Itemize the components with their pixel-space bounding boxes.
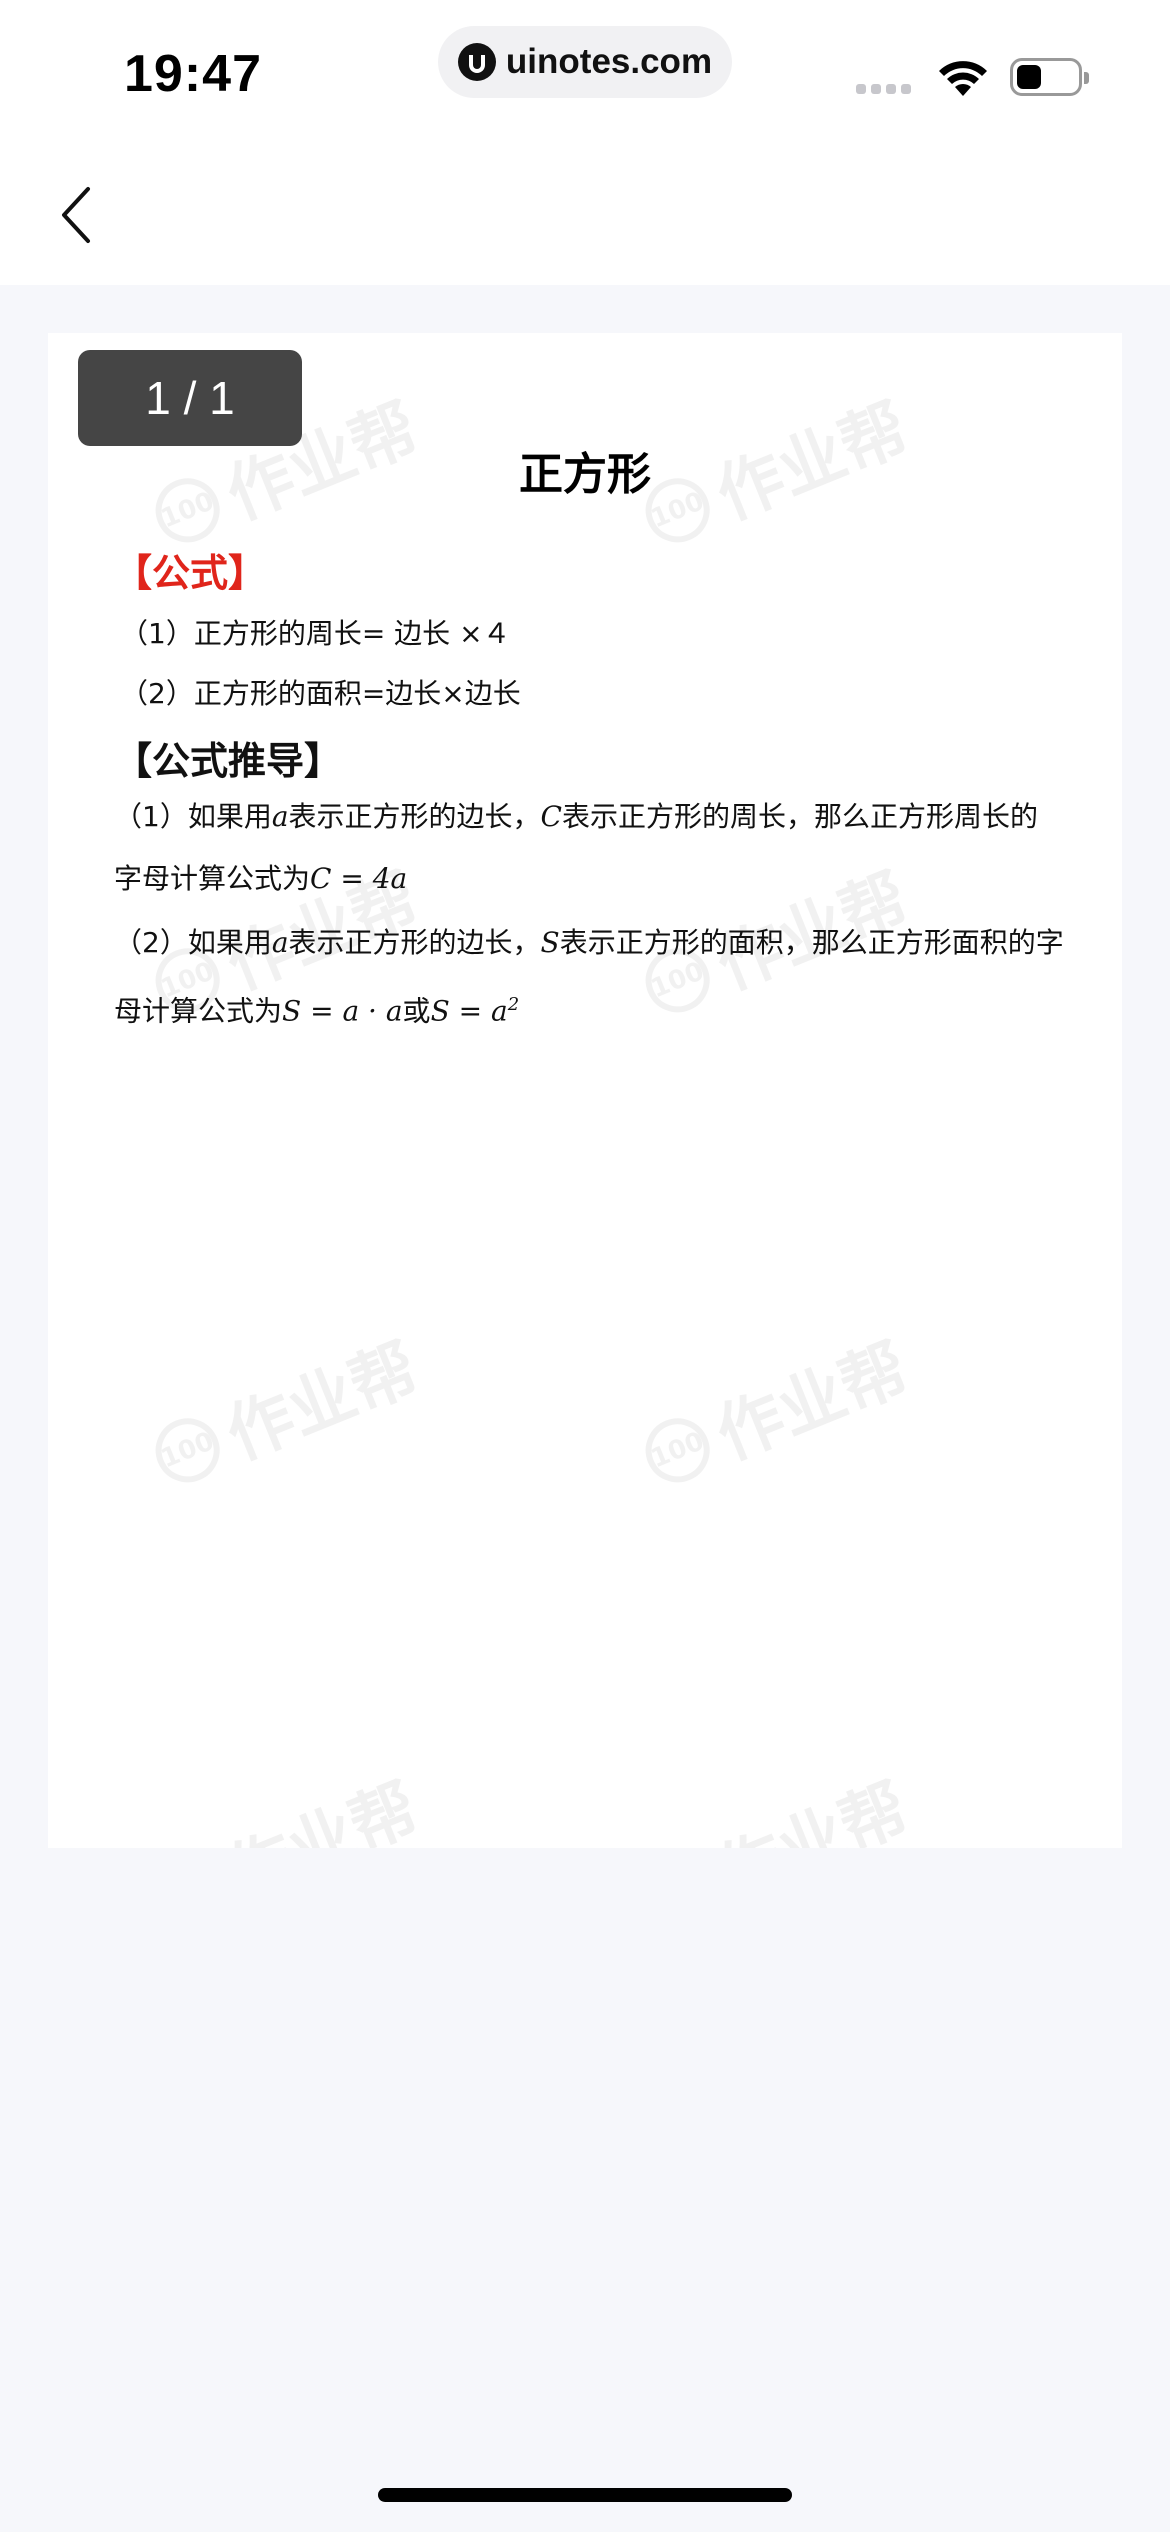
- wifi-icon: [939, 61, 987, 96]
- watermark: 100作业帮: [140, 1755, 430, 1848]
- url-pill[interactable]: uinotes.com: [438, 26, 732, 98]
- formula-line-perimeter: （1）正方形的周长= 边长 ×４: [120, 617, 511, 650]
- formula-area-product: S = a · a: [282, 994, 403, 1028]
- document-title: 正方形: [519, 449, 651, 500]
- derivation-paragraph-1: （1）如果用a表示正方形的边长，C表示正方形的周长，那么正方形周长的字母计算公式…: [114, 800, 1038, 895]
- cellular-signal-icon: [856, 84, 911, 94]
- derivation-paragraph-2: （2）如果用a表示正方形的边长，S表示正方形的面积，那么正方形面积的字母计算公式…: [114, 926, 1064, 1028]
- url-text: uinotes.com: [505, 42, 713, 81]
- chevron-left-icon: [62, 187, 90, 243]
- watermark: 100作业帮: [630, 1315, 920, 1507]
- formula-perimeter: C = 4a: [310, 862, 408, 895]
- section-derivation-heading: 【公式推导】: [114, 739, 343, 783]
- watermark: 100作业帮: [630, 1755, 920, 1848]
- formula-line-area: （2）正方形的面积=边长×边长: [120, 677, 521, 710]
- status-time: 19:47: [124, 45, 262, 103]
- section-formula-heading: 【公式】: [114, 551, 267, 595]
- watermark: 100作业帮: [140, 1315, 430, 1507]
- battery-icon: [1010, 58, 1089, 96]
- site-logo-icon: [457, 43, 496, 81]
- page-indicator: 1 / 1: [78, 350, 302, 446]
- back-button[interactable]: [46, 180, 106, 250]
- status-bar: 19:47 uinotes.com: [0, 0, 1170, 285]
- formula-area-square: S = a: [430, 994, 508, 1028]
- home-indicator[interactable]: [378, 2488, 792, 2502]
